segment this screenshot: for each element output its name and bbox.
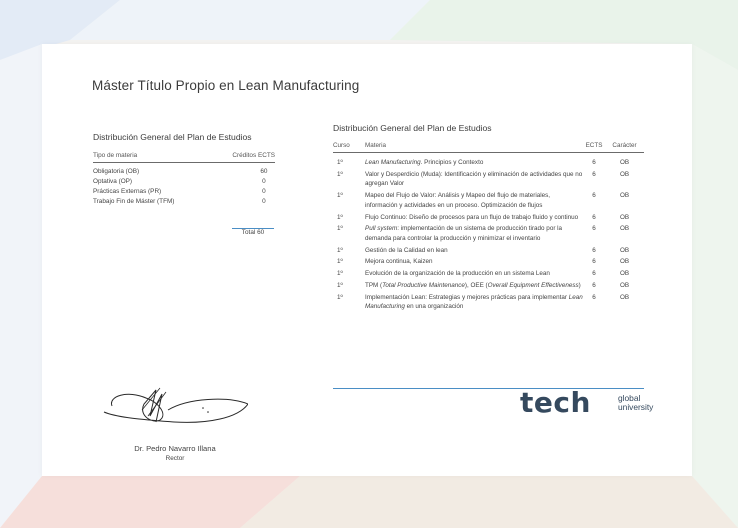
col-ects-header: ECTS [583,142,605,153]
col-credits-header: Créditos ECTS [192,152,275,163]
signatory-name: Dr. Pedro Navarro Illana [134,444,216,453]
table-row: Optativa (OP) 0 [93,178,266,185]
table-row: 1º TPM (Total Productive Maintenance), O… [337,282,630,290]
plan-title: Distribución General del Plan de Estudio… [333,123,492,133]
table-row: Prácticas Externas (PR) 0 [93,188,266,195]
table-row: 1º Mapeo del Flujo de Valor: Análisis y … [337,192,630,209]
table-row: 1º Mejora continua, Kaizen 6 OB [337,258,630,266]
summary-title: Distribución General del Plan de Estudio… [93,132,252,142]
tech-logo: tech global university [520,386,670,426]
col-materia-header: Materia [365,142,583,153]
table-row: 1º Pull system: implementación de un sis… [337,225,630,242]
logo-subtitle: global university [618,393,654,412]
table-row: Trabajo Fin de Máster (TFM) 0 [93,198,266,205]
table-row: 1º Lean Manufacturing. Principios y Cont… [337,159,630,166]
plan-table: Curso Materia ECTS Carácter 1º Lean Manu… [333,142,644,314]
table-row: 1º Evolución de la organización de la pr… [337,270,630,278]
summary-table: Tipo de materia Créditos ECTS Obligatori… [93,152,275,212]
table-row: Obligatoria (OB) 60 [93,168,268,175]
total-credits: Total 60 [241,229,265,236]
table-row: 1º Flujo Continuo: Diseño de procesos pa… [337,213,630,221]
table-row: 1º Valor y Desperdicio (Muda): Identific… [337,170,630,188]
col-type-header: Tipo de materia [93,152,193,163]
col-curso-header: Curso [333,142,365,153]
table-row: 1º Implementación Lean: Estrategias y me… [337,293,630,311]
signatory-role: Rector [165,455,185,462]
col-caracter-header: Carácter [605,142,644,153]
logo-brand: tech [520,386,591,419]
document-title: Máster Título Propio en Lean Manufacturi… [92,78,360,93]
table-row: 1º Gestión de la Calidad en lean 6 OB [337,246,630,254]
signature-icon [103,387,248,423]
